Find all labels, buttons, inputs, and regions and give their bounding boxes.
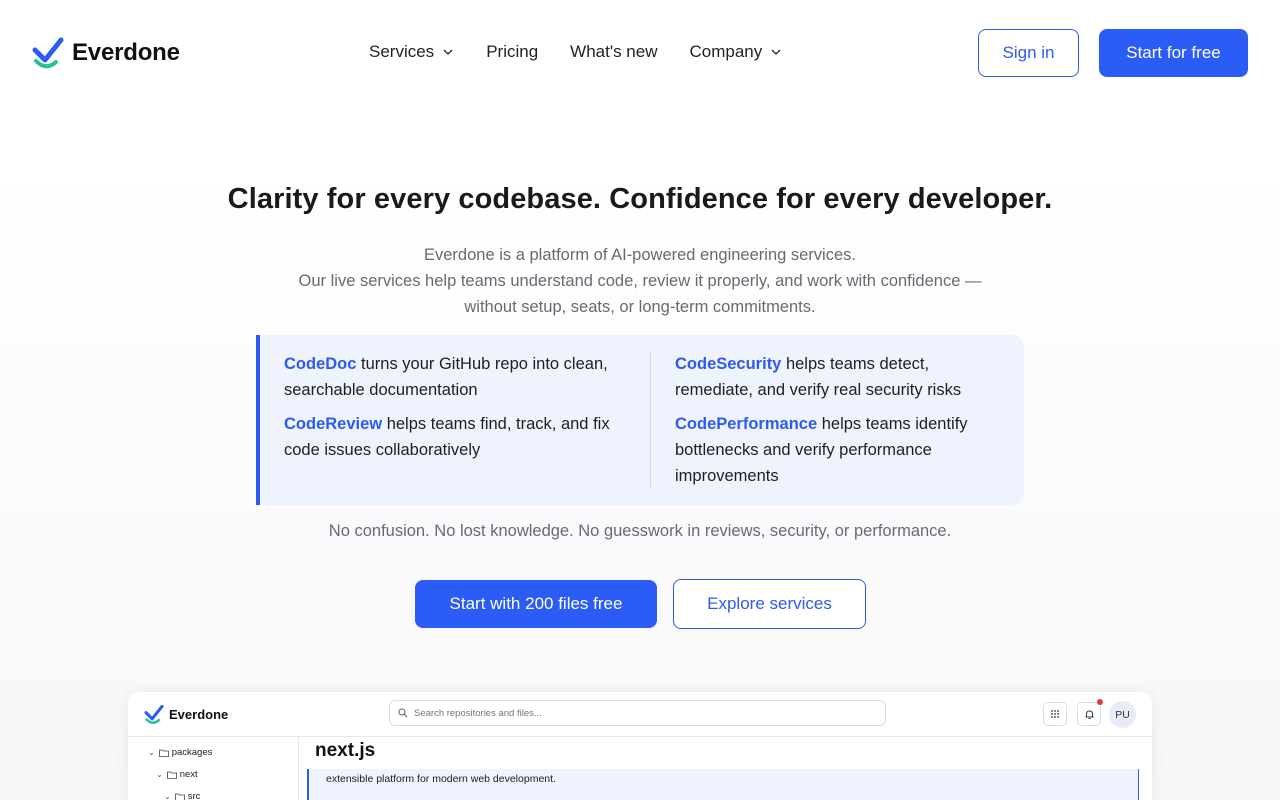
service-item-codeperformance: CodePerformance helps teams identify bot…: [675, 411, 1005, 489]
hero-subtitle-line: Our live services help teams understand …: [298, 272, 982, 290]
chevron-down-icon: ⌄: [148, 748, 155, 757]
checkmark-logo-icon: [144, 704, 164, 724]
service-name-codedoc[interactable]: CodeDoc: [284, 355, 356, 373]
nav-company-label: Company: [689, 42, 763, 61]
tree-item-label: src: [187, 791, 201, 800]
apps-grid-button[interactable]: [1043, 702, 1067, 726]
nav-whats-new-label: What's new: [570, 42, 658, 61]
sign-in-button[interactable]: Sign in: [978, 29, 1079, 77]
service-name-codeperformance[interactable]: CodePerformance: [675, 415, 817, 433]
hero-subtitle-line: without setup, seats, or long-term commi…: [464, 298, 816, 316]
preview-search-placeholder: Search repositories and files...: [414, 707, 542, 719]
preview-brand-name: Everdone: [169, 707, 229, 722]
nav-whats-new[interactable]: What's new: [570, 42, 657, 62]
checkmark-logo-icon: [32, 37, 64, 69]
chevron-down-icon: ⌄: [156, 770, 163, 779]
bell-icon: [1085, 709, 1093, 719]
nav-pricing-label: Pricing: [486, 42, 539, 61]
services-divider: [650, 351, 651, 489]
preview-file-tree: ⌄ packages ⌄ next ⌄ src: [128, 737, 299, 800]
service-item-codesecurity: CodeSecurity helps teams detect, remedia…: [675, 351, 1005, 403]
start-with-200-files-button[interactable]: Start with 200 files free: [415, 580, 657, 628]
repo-title: next.js: [315, 740, 376, 761]
nav-pricing[interactable]: Pricing: [486, 42, 538, 62]
chevron-down-icon: [443, 49, 453, 56]
repo-description: extensible platform for modern web devel…: [307, 769, 1139, 800]
nav-services[interactable]: Services: [369, 42, 454, 62]
service-name-codereview[interactable]: CodeReview: [284, 415, 382, 433]
nav-services-label: Services: [369, 42, 435, 61]
explore-services-button[interactable]: Explore services: [673, 579, 866, 629]
service-item-codereview: CodeReview helps teams find, track, and …: [284, 411, 644, 463]
start-for-free-button[interactable]: Start for free: [1099, 29, 1248, 77]
chevron-down-icon: [771, 49, 781, 56]
tree-item-label: packages: [171, 747, 213, 758]
brand-name: Everdone: [72, 39, 180, 66]
tree-item-next[interactable]: ⌄ next: [156, 769, 198, 780]
tagline: No confusion. No lost knowledge. No gues…: [328, 522, 952, 540]
nav-company[interactable]: Company: [690, 42, 783, 62]
preview-search-input[interactable]: Search repositories and files...: [389, 700, 886, 726]
folder-icon: [174, 793, 185, 800]
notification-badge: [1097, 699, 1103, 705]
site-header: Everdone Services Pricing What's new Com…: [0, 0, 1280, 105]
tree-item-src[interactable]: ⌄ src: [164, 791, 200, 800]
hero-subtitle-line: Everdone is a platform of AI-powered eng…: [424, 246, 856, 264]
tree-item-label: next: [179, 769, 198, 780]
search-icon: [398, 708, 408, 718]
app-preview: Everdone Search repositories and files..…: [128, 692, 1152, 800]
service-name-codesecurity[interactable]: CodeSecurity: [675, 355, 781, 373]
preview-logo: Everdone: [144, 704, 228, 725]
services-panel: CodeDoc turns your GitHub repo into clea…: [256, 335, 1024, 505]
folder-icon: [158, 749, 169, 757]
services-column-right: CodeSecurity helps teams detect, remedia…: [675, 351, 1005, 497]
brand-logo[interactable]: Everdone: [32, 36, 180, 70]
folder-icon: [166, 771, 177, 779]
main-nav: Services Pricing What's new Company: [369, 42, 814, 62]
notifications-button[interactable]: [1077, 702, 1101, 726]
avatar[interactable]: PU: [1109, 701, 1136, 728]
hero-subtitle: Everdone is a platform of AI-powered eng…: [0, 242, 1280, 320]
preview-topbar: Everdone Search repositories and files..…: [128, 692, 1152, 737]
grid-icon: [1051, 710, 1059, 718]
service-item-codedoc: CodeDoc turns your GitHub repo into clea…: [284, 351, 644, 403]
services-column-left: CodeDoc turns your GitHub repo into clea…: [284, 351, 644, 471]
tree-item-packages[interactable]: ⌄ packages: [148, 747, 212, 758]
hero-title: Clarity for every codebase. Confidence f…: [227, 183, 1053, 215]
chevron-down-icon: ⌄: [164, 792, 171, 800]
